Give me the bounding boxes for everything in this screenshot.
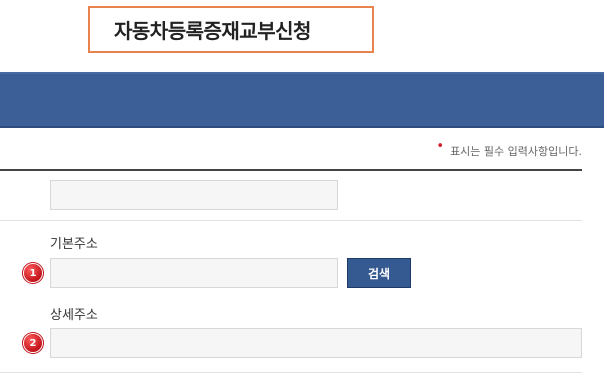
- address-search-button[interactable]: 검색: [347, 258, 411, 288]
- detail-address-input[interactable]: [50, 328, 582, 358]
- basic-address-label: 기본주소: [50, 237, 98, 252]
- required-note: • 표시는 필수 입력사항입니다.: [436, 139, 582, 159]
- required-marker: •: [436, 138, 445, 154]
- header-banner: [0, 72, 604, 128]
- step-2-badge: 2: [24, 334, 42, 352]
- basic-address-input[interactable]: [50, 258, 338, 288]
- detail-address-label: 상세주소: [50, 308, 98, 323]
- postal-code-input[interactable]: [50, 180, 338, 210]
- page-title: 자동차등록증재교부신청: [114, 19, 311, 43]
- page-title-box: 자동차등록증재교부신청: [88, 6, 374, 53]
- step-1-badge: 1: [24, 264, 42, 282]
- row-divider: [0, 372, 582, 373]
- section-divider: [0, 169, 582, 171]
- row-divider: [0, 220, 582, 221]
- required-note-text: 표시는 필수 입력사항입니다.: [450, 145, 582, 158]
